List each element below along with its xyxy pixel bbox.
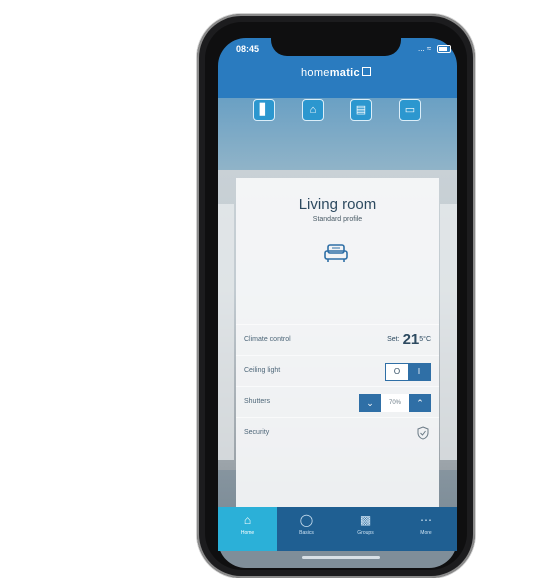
shield-check-icon xyxy=(417,426,429,440)
home-indicator[interactable] xyxy=(302,556,380,559)
tab-groups-label: Groups xyxy=(357,530,374,536)
setpoint-value: 21 xyxy=(402,331,420,348)
security-label: Security xyxy=(244,429,270,436)
shutter-control: ⌄ 70% ⌃ xyxy=(359,394,431,412)
app-logo: homematic xyxy=(301,67,371,79)
tab-basics-label: Basics xyxy=(299,530,314,536)
brand-prefix: home xyxy=(301,67,330,79)
shutters-label: Shutters xyxy=(244,398,271,405)
next-room-card[interactable] xyxy=(440,204,457,460)
ceiling-light-row: Ceiling light O I xyxy=(236,355,439,386)
window-icon[interactable]: ▤ xyxy=(350,99,372,121)
ceiling-light-toggle[interactable]: O I xyxy=(385,363,431,381)
battery-icon xyxy=(436,44,451,53)
setpoint-unit: 5°C xyxy=(419,336,431,343)
climate-control-row[interactable]: Climate control Set: 215°C xyxy=(236,324,439,355)
brand-suffix: matic xyxy=(329,67,360,79)
signal-indicator: ... xyxy=(418,44,425,53)
sofa-icon xyxy=(324,244,348,262)
light-off-button[interactable]: O xyxy=(386,364,408,380)
house-icon[interactable]: ⌂ xyxy=(302,99,324,121)
previous-room-card[interactable] xyxy=(218,204,234,460)
basics-icon: ◯ xyxy=(299,513,314,527)
groups-icon: ▩ xyxy=(359,513,372,527)
home-icon: ⌂ xyxy=(243,513,252,527)
notch xyxy=(271,34,401,56)
security-row[interactable]: Security xyxy=(236,417,439,448)
chevron-up-icon[interactable]: ⌃ xyxy=(409,394,431,412)
chevron-down-icon[interactable]: ⌄ xyxy=(359,394,381,412)
more-icon: ⋯ xyxy=(420,513,432,527)
tab-groups[interactable]: ▩ Groups xyxy=(336,507,395,551)
thermometer-icon[interactable]: ▋ xyxy=(253,99,275,121)
room-subtitle: Standard profile xyxy=(312,216,363,223)
setpoint-prefix: Set: xyxy=(387,336,400,343)
logo-mark-icon xyxy=(361,67,371,76)
climate-control-label: Climate control xyxy=(244,336,291,343)
light-on-button[interactable]: I xyxy=(408,364,430,380)
tab-basics[interactable]: ◯ Basics xyxy=(277,507,336,551)
status-indicators: ... ≈ xyxy=(418,44,451,53)
status-time: 08:45 xyxy=(236,44,260,54)
room-title: Living room xyxy=(298,196,377,213)
shutters-row: Shutters ⌄ 70% ⌃ xyxy=(236,386,439,417)
wifi-icon: ≈ xyxy=(426,44,432,53)
tab-home-label: Home xyxy=(240,530,255,536)
shutter-level: 70% xyxy=(381,394,409,412)
tab-more[interactable]: ⋯ More xyxy=(395,507,457,551)
tab-home[interactable]: ⌂ Home xyxy=(218,507,277,551)
ceiling-light-label: Ceiling light xyxy=(244,367,281,374)
climate-setpoint: Set: 215°C xyxy=(387,331,431,348)
display-icon[interactable]: ▭ xyxy=(399,99,421,121)
tab-more-label: More xyxy=(420,530,432,536)
